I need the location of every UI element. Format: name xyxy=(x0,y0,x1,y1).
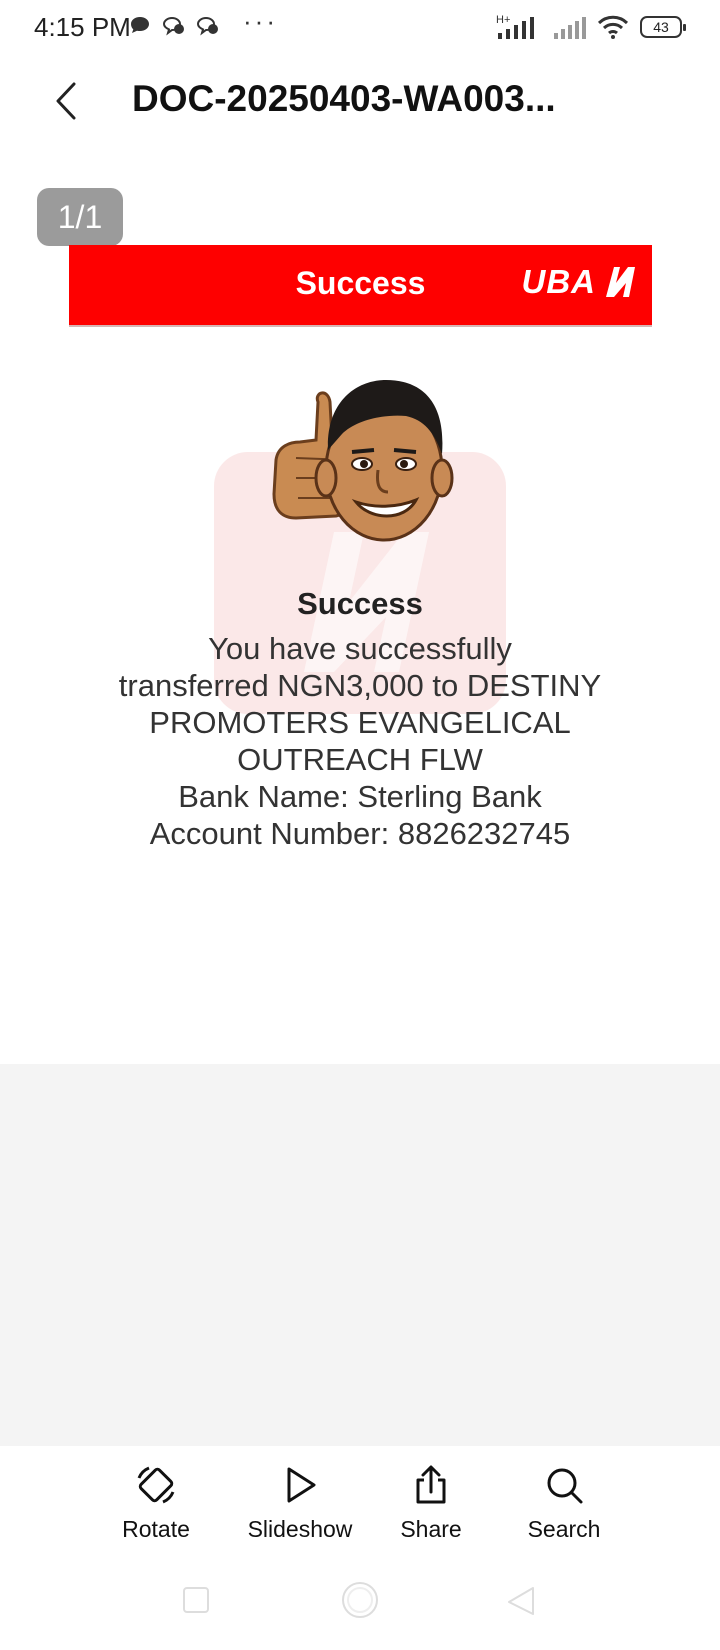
share-label: Share xyxy=(400,1516,462,1542)
wifi-icon xyxy=(597,15,629,39)
receipt-header: Success UBA xyxy=(69,245,652,327)
message-line: transferred NGN3,000 to DESTINY xyxy=(118,668,602,703)
message-line: PROMOTERS EVANGELICAL xyxy=(149,705,571,740)
back-arrow-icon xyxy=(56,82,76,120)
share-button[interactable]: Share xyxy=(366,1464,496,1543)
battery-icon: 43 xyxy=(640,16,686,38)
signal-icon: H+ xyxy=(496,14,534,39)
recent-apps-button[interactable] xyxy=(180,1584,212,1616)
back-button[interactable] xyxy=(44,76,94,126)
page-indicator: 1/1 xyxy=(37,188,123,246)
transfer-message: You have successfully transferred NGN3,0… xyxy=(80,630,640,852)
rotate-button[interactable]: Rotate xyxy=(91,1464,221,1543)
success-heading: Success xyxy=(297,586,423,621)
status-indicators: H+ 43 xyxy=(496,12,686,42)
viewer-empty-area xyxy=(0,1064,720,1446)
messenger-icon-2 xyxy=(196,16,218,36)
bank-name-line: Bank Name: Sterling Bank xyxy=(178,779,542,814)
uba-logo: UBA xyxy=(522,263,639,301)
bottom-toolbar: Rotate Slideshow Share Search xyxy=(0,1446,720,1552)
message-line: You have successfully xyxy=(208,631,512,666)
messenger-icon xyxy=(162,16,184,36)
share-icon xyxy=(416,1465,446,1504)
uba-emblem-icon xyxy=(606,267,635,297)
uba-logo-text: UBA xyxy=(521,263,596,300)
status-bar: 4:15 PM ··· H+ 43 xyxy=(0,0,720,56)
message-line: OUTREACH FLW xyxy=(237,742,483,777)
search-label: Search xyxy=(527,1516,601,1542)
thumbs-up-mascot xyxy=(272,380,454,542)
back-nav-button[interactable] xyxy=(505,1584,537,1616)
search-icon xyxy=(547,1468,583,1504)
status-time: 4:15 PM xyxy=(34,12,131,42)
network-type-label: H+ xyxy=(496,14,510,26)
signal-icon-2 xyxy=(554,17,586,39)
account-number-line: Account Number: 8826232745 xyxy=(149,816,571,851)
top-bar: DOC-20250403-WA003... xyxy=(0,56,720,146)
search-button[interactable]: Search xyxy=(499,1464,629,1543)
navigation-bar xyxy=(0,1552,720,1650)
slideshow-button[interactable]: Slideshow xyxy=(235,1464,365,1543)
slideshow-label: Slideshow xyxy=(247,1516,353,1542)
rotate-icon xyxy=(137,1466,175,1504)
chat-bubble-icon xyxy=(131,17,149,33)
play-icon xyxy=(287,1467,316,1503)
document-title: DOC-20250403-WA003... xyxy=(132,78,556,119)
home-button[interactable] xyxy=(340,1580,380,1620)
more-notifications-icon: ··· xyxy=(243,6,278,36)
rotate-label: Rotate xyxy=(122,1516,190,1542)
